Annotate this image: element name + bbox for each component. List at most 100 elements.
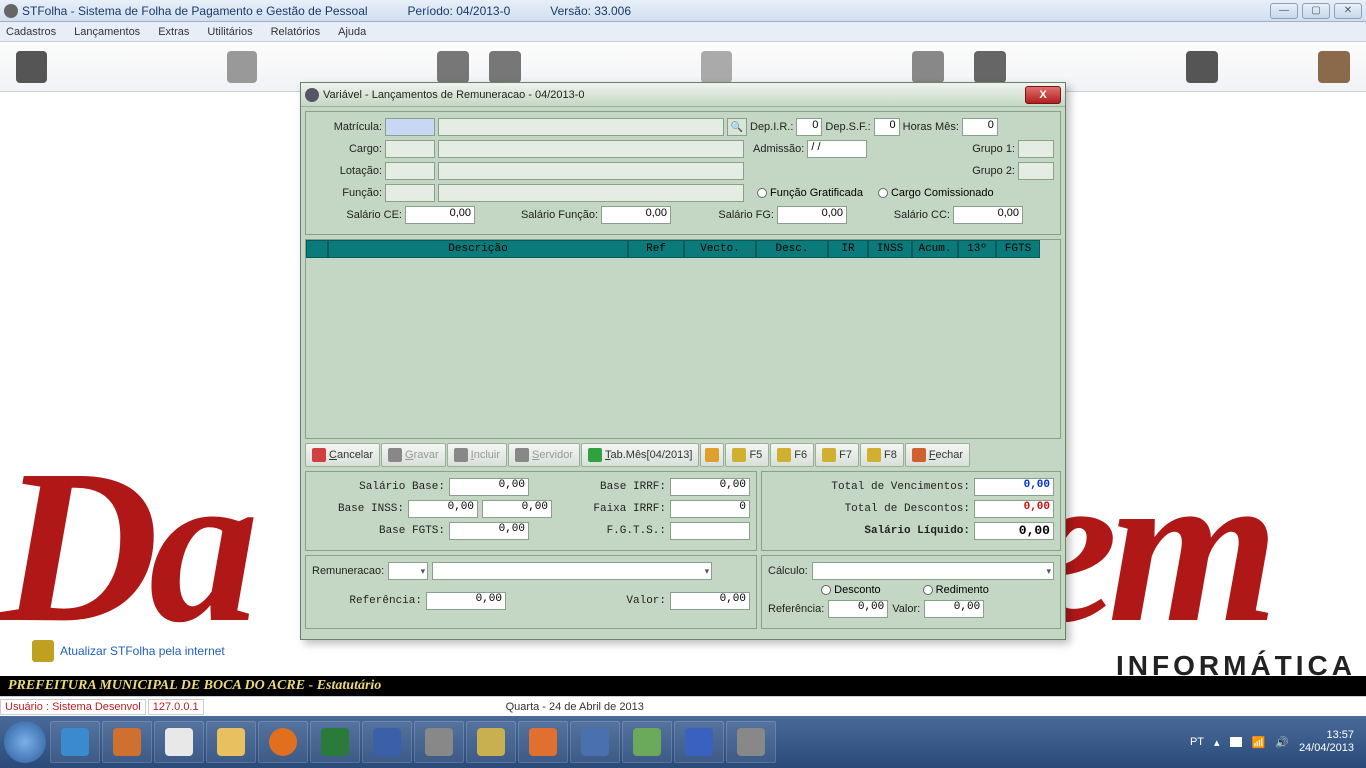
col-acum[interactable]: Acum. <box>912 240 958 258</box>
tabmes-button[interactable]: Tab.Mês[04/2013] <box>581 443 699 467</box>
task-app3[interactable] <box>466 721 516 763</box>
menu-cadastros[interactable]: Cadastros <box>6 26 56 38</box>
gear-icon[interactable] <box>32 640 54 662</box>
admissao-field[interactable]: / / <box>807 140 867 158</box>
task-ib[interactable] <box>310 721 360 763</box>
calculo-box: Cálculo: Desconto Redimento Referência: … <box>761 555 1061 629</box>
task-thunderbird[interactable] <box>570 721 620 763</box>
calculo-label: Cálculo: <box>768 565 808 577</box>
salario-fg-field[interactable]: 0,00 <box>777 206 847 224</box>
save-icon <box>388 448 402 462</box>
tray-lang[interactable]: PT <box>1190 736 1204 748</box>
incluir-button[interactable]: Incluir <box>447 443 507 467</box>
fechar-button[interactable]: Fechar <box>905 443 970 467</box>
task-chrome[interactable] <box>154 721 204 763</box>
toolbar-eye-icon[interactable] <box>701 51 732 83</box>
toolbar-boot-icon[interactable] <box>1318 51 1350 83</box>
f7-button[interactable]: F7 <box>815 443 859 467</box>
task-firefox[interactable] <box>102 721 152 763</box>
close-window-button[interactable]: ✕ <box>1334 3 1362 19</box>
task-app1[interactable] <box>362 721 412 763</box>
minimize-button[interactable]: — <box>1270 3 1298 19</box>
matricula-search-button[interactable]: 🔍 <box>727 118 747 136</box>
base-inss-field1: 0,00 <box>408 500 478 518</box>
servidor-button[interactable]: Servidor <box>508 443 580 467</box>
task-stfolha[interactable] <box>726 721 776 763</box>
tray-chevron-icon[interactable]: ▴ <box>1214 736 1220 749</box>
status-date: Quarta - 24 de Abril de 2013 <box>506 701 644 713</box>
col-ir[interactable]: IR <box>828 240 868 258</box>
horas-field[interactable]: 0 <box>962 118 998 136</box>
grid-body[interactable] <box>306 258 1060 438</box>
toolbar-save-icon[interactable] <box>16 51 47 83</box>
data-grid[interactable]: Descrição Ref Vecto. Desc. IR INSS Acum.… <box>305 239 1061 439</box>
tray-clock[interactable]: 13:5724/04/2013 <box>1299 729 1354 755</box>
menu-ajuda[interactable]: Ajuda <box>338 26 366 38</box>
remuneracao-code-combo[interactable] <box>388 562 428 580</box>
col-inss[interactable]: INSS <box>868 240 912 258</box>
matricula-field[interactable] <box>385 118 435 136</box>
f5-icon <box>732 448 746 462</box>
col-ref[interactable]: Ref <box>628 240 684 258</box>
matricula-name-field <box>438 118 724 136</box>
valor-field[interactable]: 0,00 <box>670 592 750 610</box>
task-vlc[interactable] <box>518 721 568 763</box>
update-link[interactable]: Atualizar STFolha pela internet <box>60 644 225 658</box>
task-msn[interactable] <box>622 721 672 763</box>
tray-flag-icon[interactable] <box>1230 737 1242 747</box>
col-blank <box>306 240 328 258</box>
salario-cc-field[interactable]: 0,00 <box>953 206 1023 224</box>
depsf-label: Dep.S.F.: <box>825 121 870 133</box>
tray-network-icon[interactable]: 📶 <box>1252 736 1266 749</box>
calendar-icon <box>588 448 602 462</box>
valor2-field[interactable]: 0,00 <box>924 600 984 618</box>
lotacao-code-field <box>385 162 435 180</box>
radio-funcao-gratificada[interactable]: Função Gratificada <box>757 187 863 199</box>
start-button[interactable] <box>4 721 46 763</box>
col-fgts[interactable]: FGTS <box>996 240 1040 258</box>
radio-desconto[interactable]: Desconto <box>821 584 880 596</box>
radio-redimento[interactable]: Redimento <box>923 584 989 596</box>
referencia2-label: Referência: <box>768 603 824 615</box>
col-13[interactable]: 13º <box>958 240 996 258</box>
col-desc[interactable]: Desc. <box>756 240 828 258</box>
f8-button[interactable]: F8 <box>860 443 904 467</box>
depsf-field[interactable]: 0 <box>874 118 900 136</box>
task-media[interactable] <box>258 721 308 763</box>
form-section: Matrícula: 🔍 Dep.I.R.: 0 Dep.S.F.: 0 Hor… <box>305 111 1061 235</box>
menu-utilitarios[interactable]: Utilitários <box>207 26 252 38</box>
toolbar-books-icon[interactable] <box>1186 51 1218 83</box>
col-descricao[interactable]: Descrição <box>328 240 628 258</box>
task-app2[interactable] <box>414 721 464 763</box>
col-vecto[interactable]: Vecto. <box>684 240 756 258</box>
menu-extras[interactable]: Extras <box>158 26 189 38</box>
referencia2-field[interactable]: 0,00 <box>828 600 888 618</box>
maximize-button[interactable]: ▢ <box>1302 3 1330 19</box>
depir-field[interactable]: 0 <box>796 118 822 136</box>
toolbar-calendar-icon[interactable] <box>912 51 944 83</box>
toolbar-phone-icon[interactable] <box>974 51 1006 83</box>
menu-relatorios[interactable]: Relatórios <box>271 26 321 38</box>
task-ie[interactable] <box>50 721 100 763</box>
toolbar-pen-icon[interactable] <box>437 51 469 83</box>
radio-cargo-comissionado[interactable]: Cargo Comissionado <box>878 187 994 199</box>
f6-button[interactable]: F6 <box>770 443 814 467</box>
task-explorer[interactable] <box>206 721 256 763</box>
base-irrf-field: 0,00 <box>670 478 750 496</box>
dialog-close-button[interactable]: X <box>1025 86 1061 104</box>
task-word[interactable] <box>674 721 724 763</box>
gravar-button[interactable]: Gravar <box>381 443 446 467</box>
salario-funcao-field[interactable]: 0,00 <box>601 206 671 224</box>
toolbar-box-icon[interactable] <box>227 51 258 83</box>
toolbar-people-icon[interactable] <box>489 51 521 83</box>
tray-volume-icon[interactable]: 🔊 <box>1275 736 1289 749</box>
f5-button[interactable]: F5 <box>725 443 769 467</box>
menu-lancamentos[interactable]: Lançamentos <box>74 26 140 38</box>
salario-ce-field[interactable]: 0,00 <box>405 206 475 224</box>
check-button[interactable] <box>700 443 724 467</box>
referencia-field[interactable]: 0,00 <box>426 592 506 610</box>
status-user: Usuário : Sistema Desenvol <box>0 699 146 715</box>
remuneracao-desc-combo[interactable] <box>432 562 712 580</box>
cancelar-button[interactable]: Cancelar <box>305 443 380 467</box>
calculo-combo[interactable] <box>812 562 1054 580</box>
